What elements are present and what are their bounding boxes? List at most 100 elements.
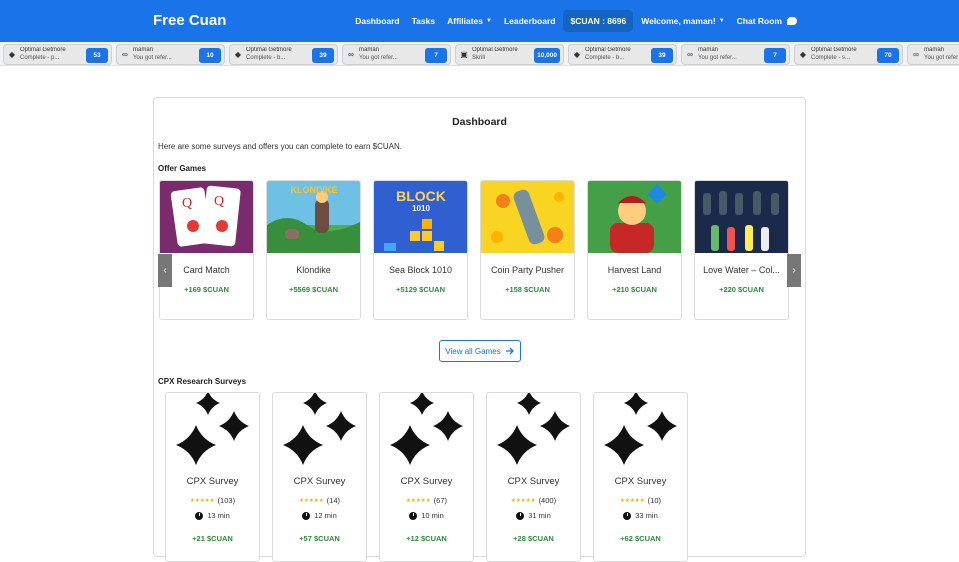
nav-chat-room[interactable]: Chat Room <box>731 16 803 26</box>
ticker-item[interactable]: ∞ maman You got refer... 7 <box>681 43 790 65</box>
love-water-thumbnail <box>695 181 788 253</box>
rating-stars-icon: ★★★★★ <box>406 497 431 504</box>
coin-party-thumbnail <box>481 181 574 253</box>
carousel-prev-button[interactable]: ‹ <box>158 254 172 287</box>
ticker-detail: Skrill <box>472 54 485 61</box>
sea-block-thumbnail: BLOCK 1010 <box>374 181 467 253</box>
ticker-text: Optimal Getmore Complete - b... <box>585 47 647 62</box>
ticker-detail: You got refer... <box>698 54 737 61</box>
sparkles-icon <box>390 393 463 465</box>
tag-icon: ◆ <box>573 49 581 59</box>
game-card-card-match[interactable]: Q Q Card Match +169 $CUAN <box>159 180 254 320</box>
ticker-detail: Complete - s... <box>811 54 851 61</box>
infinity-icon: ∞ <box>913 49 919 59</box>
user-menu[interactable]: Welcome, maman! ▼ <box>635 16 730 26</box>
survey-reward: +21 $CUAN <box>192 534 233 543</box>
gift-icon: ▣ <box>460 49 468 59</box>
ticker-item[interactable]: ◆ Optimal Getmore Complete - s... 70 <box>794 43 903 65</box>
rating-count: (67) <box>433 496 447 505</box>
ticker-item[interactable]: ∞ maman You got refer... 7 <box>342 43 451 65</box>
cpx-surveys-list: CPX Survey ★★★★★ (103) 13 min +21 $CUAN CPX S… <box>165 392 705 562</box>
block-logo-text: BLOCK <box>396 188 446 204</box>
infinity-icon: ∞ <box>122 49 128 59</box>
survey-reward: +28 $CUAN <box>513 534 554 543</box>
survey-time-label: 13 min <box>207 511 230 520</box>
page-title: Dashboard <box>452 116 507 128</box>
survey-name: CPX Survey <box>507 476 560 487</box>
game-card-sea-block[interactable]: BLOCK 1010 Sea Block 1010 +5129 $CUAN <box>373 180 468 320</box>
survey-reward: +12 $CUAN <box>406 534 447 543</box>
svg-text:Q: Q <box>214 194 224 209</box>
game-name: Card Match <box>183 265 230 275</box>
ticker-text: Optimal Getmore Complete - p... <box>20 47 82 62</box>
nav-affiliates[interactable]: Affiliates ▼ <box>441 16 498 26</box>
sparkles-icon <box>497 393 570 465</box>
game-card-klondike[interactable]: KLONDIKE Klondike +5569 $CUAN <box>266 180 361 320</box>
game-reward: +169 $CUAN <box>184 285 229 294</box>
ticker-value-badge: 70 <box>877 47 899 63</box>
ticker-item[interactable]: ∞ maman You got refer <box>907 43 959 65</box>
ticker-item[interactable]: ∞ maman You got refer... 10 <box>116 43 225 65</box>
rating-stars-icon: ★★★★★ <box>620 497 645 504</box>
game-reward: +5569 $CUAN <box>289 285 338 294</box>
cpx-survey-card[interactable]: CPX Survey ★★★★★ (67) 10 min +12 $CUAN <box>379 392 474 562</box>
svg-text:Q: Q <box>182 196 192 211</box>
cpx-survey-card[interactable]: CPX Survey ★★★★★ (103) 13 min +21 $CUAN <box>165 392 260 562</box>
ticker-item[interactable]: ◆ Optimal Getmore Complete - b... 39 <box>229 43 338 65</box>
clock-icon <box>409 511 418 520</box>
ticker-user: maman <box>133 46 154 53</box>
chevron-down-icon: ▼ <box>718 18 725 24</box>
game-card-harvest-land[interactable]: Harvest Land +210 $CUAN <box>587 180 682 320</box>
carousel-next-button[interactable]: › <box>787 254 801 287</box>
ticker-item[interactable]: ◆ Optimal Getmore Complete - b... 39 <box>568 43 677 65</box>
survey-time-label: 12 min <box>314 511 337 520</box>
game-card-coin-party-pusher[interactable]: Coin Party Pusher +158 $CUAN <box>480 180 575 320</box>
rating-stars-icon: ★★★★★ <box>510 497 536 504</box>
clock-icon <box>516 511 525 520</box>
game-name: Klondike <box>296 265 331 275</box>
game-reward: +220 $CUAN <box>719 285 764 294</box>
view-all-games-button[interactable]: View all Games <box>439 340 521 362</box>
ticker-item[interactable]: ◆ Optimal Getmore Complete - p... 53 <box>3 43 112 65</box>
intro-text: Here are some surveys and offers you can… <box>158 142 402 151</box>
rating-count: (103) <box>217 496 236 505</box>
survey-rating: ★★★★★ (103) <box>166 496 259 505</box>
view-all-label: View all Games <box>445 346 501 356</box>
survey-duration: 33 min <box>594 511 687 520</box>
clock-icon <box>623 511 632 520</box>
ticker-user: maman <box>359 46 380 53</box>
klondike-thumbnail: KLONDIKE <box>267 181 360 253</box>
ticker-detail: You got refer <box>924 54 959 61</box>
nav-leaderboard[interactable]: Leaderboard <box>498 16 562 26</box>
game-reward: +158 $CUAN <box>505 285 550 294</box>
survey-reward: +57 $CUAN <box>299 534 340 543</box>
ticker-user: Optimal Getmore <box>246 46 292 53</box>
ticker-user: Optimal Getmore <box>585 46 631 53</box>
ticker-item[interactable]: ▣ Optimal Getmore Skrill 10,000 <box>455 43 564 65</box>
survey-rating: ★★★★★ (400) <box>487 496 580 505</box>
offer-games-carousel: Q Q Card Match +169 $CUAN KLONDIKE Klond… <box>159 180 799 320</box>
ticker-detail: Complete - b... <box>246 54 286 61</box>
balance-badge[interactable]: $CUAN : 8696 <box>563 10 634 32</box>
nav-dashboard[interactable]: Dashboard <box>349 16 405 26</box>
ticker-text: Optimal Getmore Complete - b... <box>246 47 308 62</box>
rating-stars-icon: ★★★★★ <box>189 497 215 504</box>
game-reward: +5129 $CUAN <box>396 285 445 294</box>
chevron-down-icon: ▼ <box>486 18 492 24</box>
survey-time-label: 10 min <box>421 511 444 520</box>
survey-duration: 12 min <box>273 511 366 520</box>
brand-logo[interactable]: Free Cuan <box>153 12 226 29</box>
ticker-detail: Complete - p... <box>20 54 60 61</box>
game-card-love-water[interactable]: Love Water – Col... +220 $CUAN <box>694 180 789 320</box>
ticker-text: Optimal Getmore Skrill <box>472 47 534 62</box>
infinity-icon: ∞ <box>348 49 354 59</box>
ticker-value-badge: 7 <box>425 47 447 63</box>
nav-tasks[interactable]: Tasks <box>406 16 441 26</box>
survey-time-label: 33 min <box>635 511 658 520</box>
cpx-survey-card[interactable]: CPX Survey ★★★★★ (14) 12 min +57 $CUAN <box>272 392 367 562</box>
cpx-survey-card[interactable]: CPX Survey ★★★★★ (400) 31 min +28 $CUAN <box>486 392 581 562</box>
ticker-detail: You got refer... <box>133 54 172 61</box>
ticker-text: maman You got refer <box>924 47 959 62</box>
cpx-survey-card[interactable]: CPX Survey ★★★★★ (10) 33 min +62 $CUAN <box>593 392 688 562</box>
tag-icon: ◆ <box>799 49 807 59</box>
